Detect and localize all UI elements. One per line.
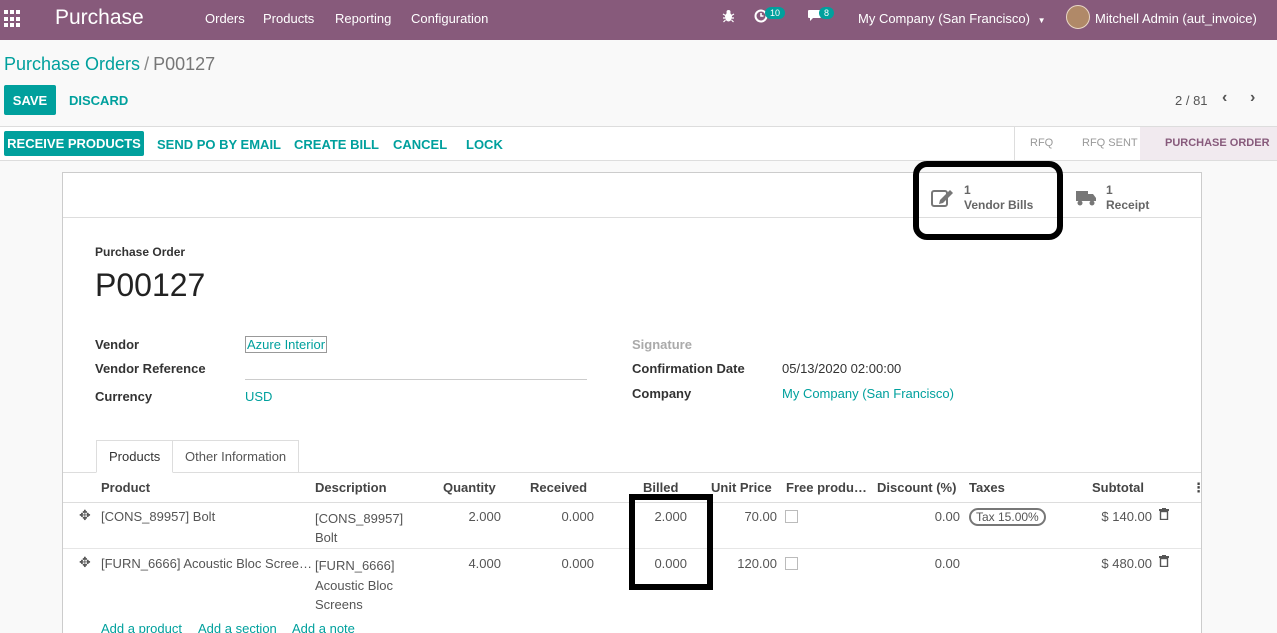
pager-value: 2 / 81	[1175, 93, 1208, 108]
currency-label: Currency	[95, 389, 153, 404]
vendor-reference-input[interactable]	[245, 359, 587, 380]
activity-count-badge: 10	[765, 7, 786, 19]
send-po-by-email-button[interactable]: SEND PO BY EMAIL	[157, 137, 281, 152]
line-quantity[interactable]: 4.000	[451, 556, 501, 571]
debug-bug-icon[interactable]	[722, 9, 735, 26]
line-subtotal: $ 480.00	[1101, 556, 1152, 571]
menu-orders[interactable]: Orders	[205, 11, 245, 26]
line-received[interactable]: 0.000	[544, 509, 594, 524]
col-taxes[interactable]: Taxes	[969, 480, 1005, 495]
receipt-count: 1	[1106, 183, 1113, 197]
line-description-line: [CONS_89957]	[315, 511, 404, 526]
company-switcher[interactable]: My Company (San Francisco) ▼	[858, 11, 1046, 26]
col-unit-price[interactable]: Unit Price	[711, 480, 772, 495]
line-discount[interactable]: 0.00	[900, 556, 960, 571]
top-navbar: Purchase Orders Products Reporting Confi…	[0, 0, 1277, 40]
col-received[interactable]: Received	[530, 480, 587, 495]
col-product[interactable]: Product	[101, 480, 150, 495]
cancel-button[interactable]: CANCEL	[393, 137, 447, 152]
line-unit-price[interactable]: 120.00	[717, 556, 777, 571]
confirmation-date-label: Confirmation Date	[632, 361, 745, 376]
add-section-link[interactable]: Add a section	[198, 621, 277, 633]
tab-other-information[interactable]: Other Information	[173, 440, 300, 473]
confirmation-date-value[interactable]: 05/13/2020 02:00:00	[782, 361, 901, 376]
col-billed[interactable]: Billed	[643, 480, 678, 495]
currency-field[interactable]: USD	[245, 389, 272, 404]
line-received[interactable]: 0.000	[544, 556, 594, 571]
line-description[interactable]: [CONS_89957] Bolt	[315, 509, 403, 547]
signature-label: Signature	[632, 337, 692, 352]
breadcrumb-purchase-orders[interactable]: Purchase Orders	[4, 54, 140, 74]
line-discount[interactable]: 0.00	[900, 509, 960, 524]
create-bill-button[interactable]: CREATE BILL	[294, 137, 379, 152]
apps-menu-icon[interactable]	[4, 10, 22, 28]
truck-icon	[1076, 191, 1096, 206]
receive-products-button[interactable]: RECEIVE PRODUCTS	[4, 131, 144, 156]
menu-products[interactable]: Products	[263, 11, 314, 26]
col-description[interactable]: Description	[315, 480, 387, 495]
save-button[interactable]: SAVE	[4, 85, 56, 115]
stage-rfq-sent[interactable]: RFQ SENT	[1082, 137, 1138, 149]
pager-next-icon[interactable]: ›	[1250, 89, 1255, 107]
line-description-line: Bolt	[315, 530, 338, 545]
tax-tag[interactable]: Tax 15.00%	[969, 508, 1046, 526]
status-bar: RECEIVE PRODUCTS SEND PO BY EMAIL CREATE…	[0, 126, 1277, 161]
delete-line-trash-icon[interactable]	[1159, 555, 1169, 570]
form-subtitle: Purchase Order	[95, 245, 186, 259]
menu-reporting[interactable]: Reporting	[335, 11, 391, 26]
line-subtotal: $ 140.00	[1101, 509, 1152, 524]
vendor-label: Vendor	[95, 337, 140, 352]
company-field[interactable]: My Company (San Francisco)	[782, 386, 954, 401]
col-subtotal[interactable]: Subtotal	[1092, 480, 1144, 495]
line-description-line: Screens	[315, 597, 363, 612]
company-label: Company	[632, 386, 692, 401]
breadcrumb: Purchase Orders / P00127	[4, 54, 215, 75]
app-name: Purchase	[55, 6, 144, 29]
drag-handle-icon[interactable]: ✥	[79, 554, 91, 571]
stage-purchase-order[interactable]: PURCHASE ORDER	[1165, 137, 1270, 149]
col-free-product[interactable]: Free produ…	[786, 480, 867, 495]
receipt-label: Receipt	[1106, 198, 1150, 212]
user-menu[interactable]: Mitchell Admin (aut_invoice)	[1095, 11, 1257, 26]
vendor-reference-label: Vendor Reference	[95, 361, 206, 376]
billed-column-highlight-annotation	[629, 494, 713, 590]
breadcrumb-current: P00127	[153, 54, 216, 74]
line-quantity[interactable]: 2.000	[451, 509, 501, 524]
message-count-badge: 8	[819, 7, 835, 19]
breadcrumb-separator: /	[144, 54, 150, 74]
add-note-link[interactable]: Add a note	[292, 621, 355, 633]
line-description-line: Acoustic Bloc	[315, 577, 394, 593]
line-description-line: [FURN_6666]	[315, 558, 395, 573]
line-free-product-checkbox[interactable]	[785, 510, 798, 523]
discard-button[interactable]: DISCARD	[69, 93, 128, 108]
order-name: P00127	[95, 267, 206, 303]
optional-columns-icon[interactable]: ⋮	[1192, 480, 1205, 496]
caret-down-icon: ▼	[1037, 16, 1046, 25]
add-product-link[interactable]: Add a product	[101, 621, 182, 633]
line-unit-price[interactable]: 70.00	[717, 509, 777, 524]
col-quantity[interactable]: Quantity	[443, 480, 496, 495]
user-avatar[interactable]	[1066, 5, 1090, 29]
stage-rfq[interactable]: RFQ	[1030, 137, 1053, 149]
line-free-product-checkbox[interactable]	[785, 557, 798, 570]
line-product[interactable]: [FURN_6666] Acoustic Bloc Scree…	[101, 556, 312, 571]
vendor-bills-highlight-annotation	[913, 161, 1063, 240]
line-description[interactable]: [FURN_6666] Acoustic Bloc Screens	[315, 556, 394, 615]
vendor-field[interactable]: Azure Interior	[245, 336, 328, 353]
drag-handle-icon[interactable]: ✥	[79, 507, 91, 524]
pager-previous-icon[interactable]: ‹	[1222, 89, 1227, 107]
form-sheet: 1 Vendor Bills 1 Receipt Purchase Order …	[62, 161, 1205, 633]
tab-products[interactable]: Products	[96, 440, 174, 473]
lock-button[interactable]: LOCK	[466, 137, 503, 152]
menu-configuration[interactable]: Configuration	[411, 11, 488, 26]
company-name: My Company (San Francisco)	[858, 11, 1030, 26]
delete-line-trash-icon[interactable]	[1159, 508, 1169, 523]
col-discount[interactable]: Discount (%)	[877, 480, 956, 495]
line-product[interactable]: [CONS_89957] Bolt	[101, 509, 215, 524]
stage-divider	[1014, 127, 1015, 160]
